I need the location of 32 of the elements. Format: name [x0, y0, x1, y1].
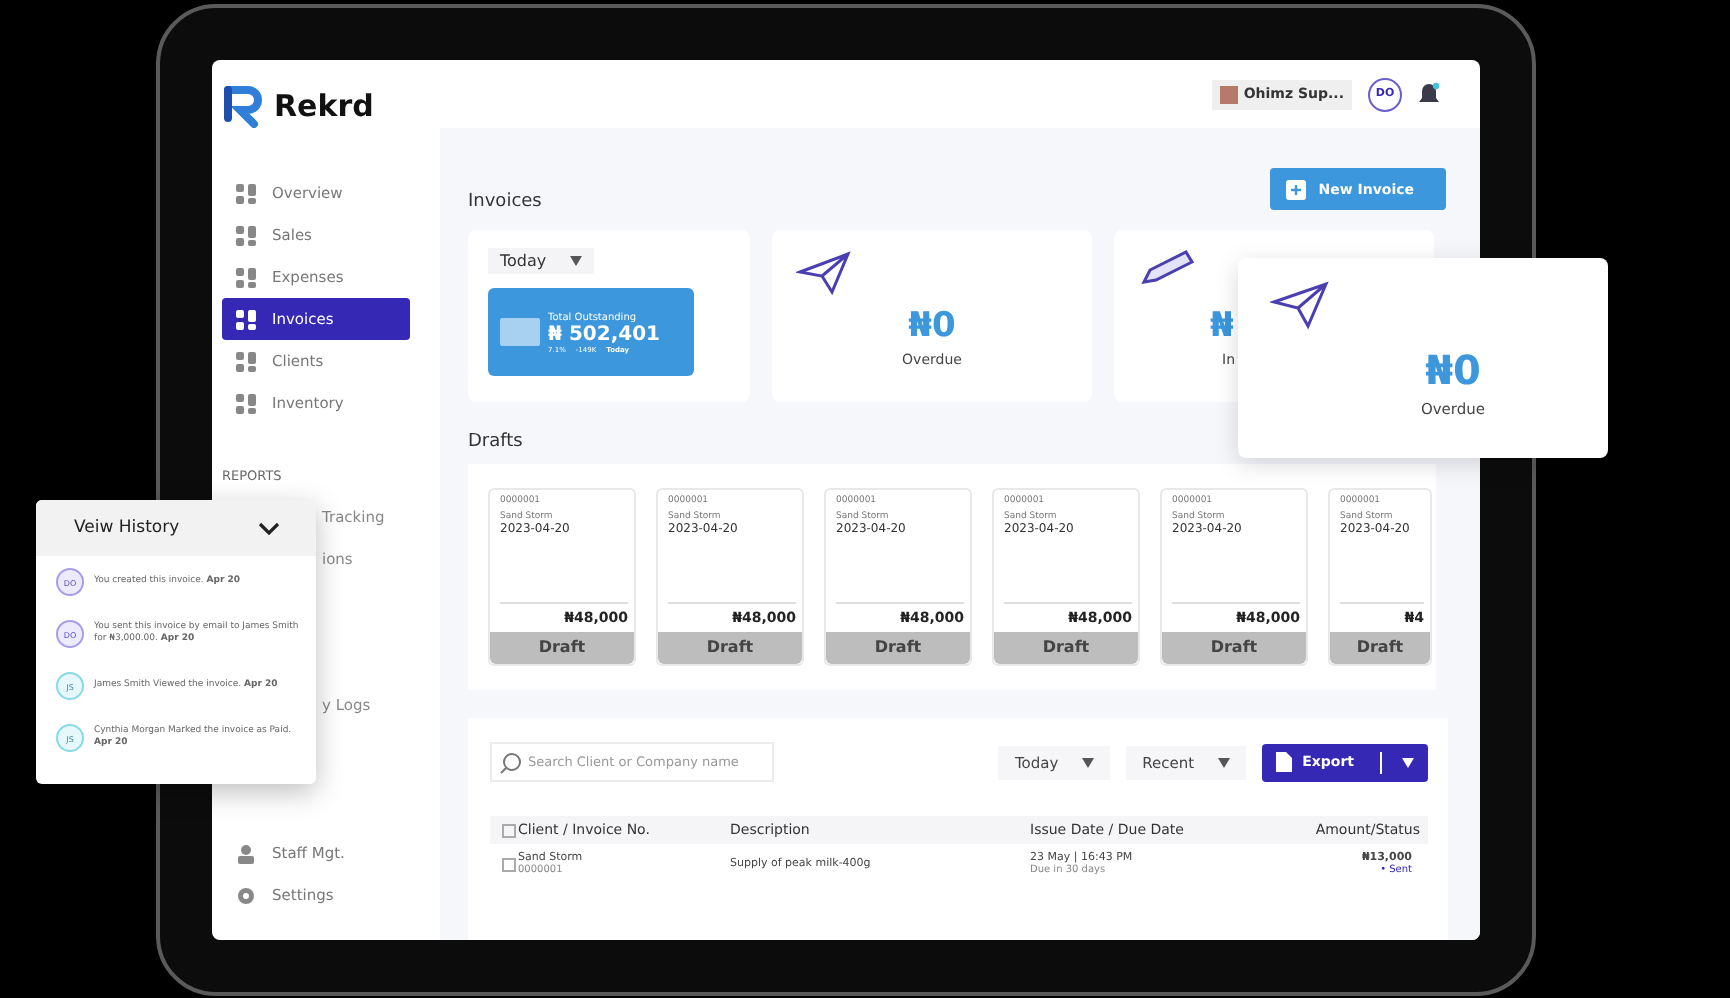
- paper-plane-icon: [1270, 278, 1334, 334]
- outstanding-amount: ₦ 502,401: [548, 323, 660, 345]
- chevron-down-icon[interactable]: [258, 521, 280, 535]
- draft-status: Draft: [994, 632, 1138, 664]
- draft-status: Draft: [826, 632, 970, 664]
- draft-status: Draft: [490, 632, 634, 664]
- draft-status: Draft: [1162, 632, 1306, 664]
- section-title: Drafts: [468, 432, 525, 452]
- draft-status: Draft: [658, 632, 802, 664]
- amount-value: ₦0: [1425, 346, 1481, 394]
- period-dropdown[interactable]: Today: [488, 248, 595, 274]
- people-icon: [236, 843, 256, 863]
- draft-status: Draft: [1330, 632, 1430, 664]
- caret-icon: [1402, 757, 1414, 767]
- amount-value: ₦0: [908, 306, 956, 346]
- gear-icon: [236, 885, 256, 905]
- bell-icon[interactable]: [1418, 82, 1440, 106]
- page-title: Invoices: [468, 192, 542, 212]
- logo-text: Rekrd: [274, 88, 374, 124]
- row-checkbox[interactable]: [502, 857, 516, 871]
- pencil-icon: [1138, 248, 1198, 288]
- amount-value: ₦: [1210, 306, 1234, 346]
- caret-icon: [1082, 757, 1095, 767]
- company-logo-icon: [1219, 85, 1238, 103]
- caret-icon: [1218, 757, 1231, 767]
- paper-plane-icon: [796, 248, 856, 300]
- logo-icon: [222, 84, 266, 128]
- credit-card-icon: [500, 318, 540, 346]
- search-icon: [500, 752, 522, 774]
- select-all-checkbox[interactable]: [502, 823, 516, 837]
- caret-icon: [570, 256, 583, 266]
- panel-title: Veiw History: [74, 518, 180, 538]
